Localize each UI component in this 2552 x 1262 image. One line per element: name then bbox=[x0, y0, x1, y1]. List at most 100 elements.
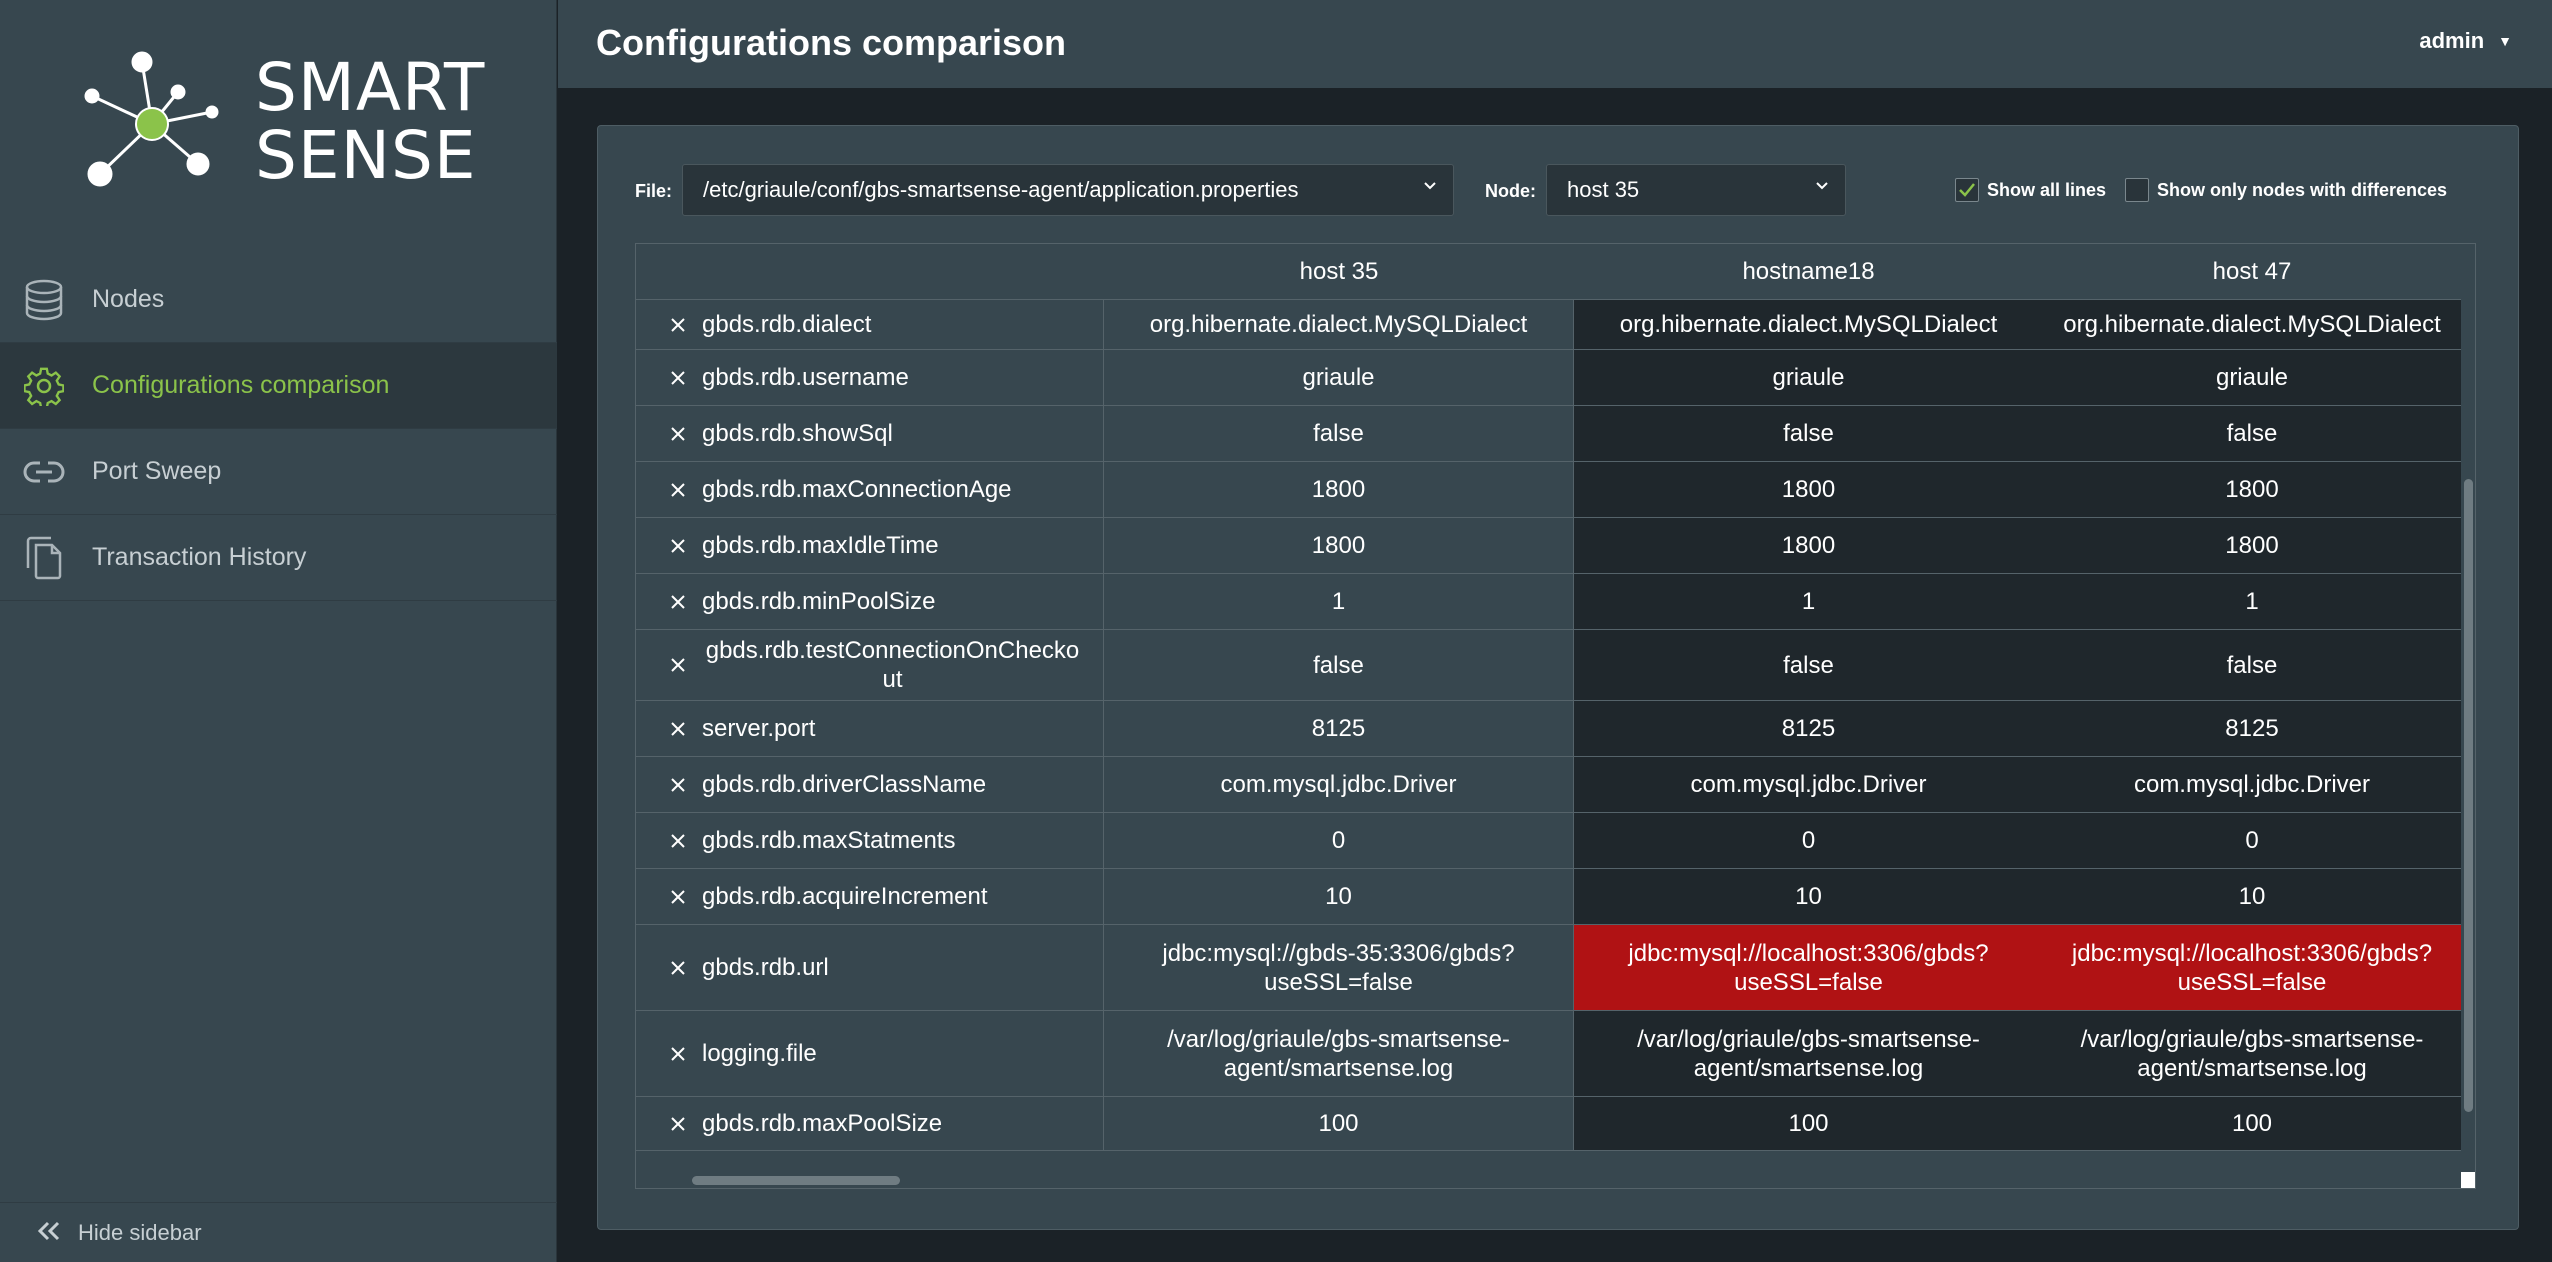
remove-row-button[interactable] bbox=[658, 657, 698, 673]
user-menu[interactable]: admin ▼ bbox=[2419, 28, 2512, 54]
value-cell: jdbc:mysql://localhost:3306/gbds? useSSL=… bbox=[1574, 925, 2043, 1010]
table-row: gbds.rdb.maxPoolSize 100 100 100 bbox=[636, 1097, 2461, 1151]
sidebar-item-label: Transaction History bbox=[92, 543, 307, 571]
property-value: 0 bbox=[2245, 827, 2259, 854]
remove-row-button[interactable] bbox=[658, 538, 698, 554]
property-key: gbds.rdb.username bbox=[702, 364, 909, 391]
gear-icon bbox=[22, 364, 66, 408]
value-cell: griaule bbox=[1574, 350, 2043, 405]
remove-row-button[interactable] bbox=[658, 482, 698, 498]
value-cell: 1800 bbox=[2043, 518, 2461, 573]
close-icon bbox=[671, 317, 685, 332]
property-value: griaule bbox=[1302, 364, 1375, 391]
value-cell: false bbox=[1104, 630, 1574, 700]
property-value: griaule bbox=[1772, 364, 1845, 391]
remove-row-button[interactable] bbox=[658, 426, 698, 442]
caret-down-icon: ▼ bbox=[2498, 33, 2512, 49]
show-only-diff-toggle[interactable]: Show only nodes with differences bbox=[2125, 178, 2447, 202]
property-value: false bbox=[2226, 651, 2278, 679]
property-key: gbds.rdb.maxPoolSize bbox=[702, 1110, 943, 1137]
remove-row-button[interactable] bbox=[658, 721, 698, 737]
property-key: gbds.rdb.showSql bbox=[702, 420, 893, 447]
close-icon bbox=[671, 833, 685, 848]
remove-row-button[interactable] bbox=[658, 317, 698, 333]
value-cell: 8125 bbox=[2043, 701, 2461, 756]
sidebar-item-configurations-comparison[interactable]: Configurations comparison bbox=[0, 343, 557, 429]
close-icon bbox=[671, 960, 685, 975]
value-cell: org.hibernate.dialect.MySQLDialect bbox=[1574, 300, 2043, 349]
hide-sidebar-button[interactable]: Hide sidebar bbox=[0, 1202, 557, 1262]
show-only-diff-label: Show only nodes with differences bbox=[2157, 179, 2448, 200]
property-value: /var/log/griaule/gbs-smartsense-agent/sm… bbox=[1167, 1025, 1510, 1082]
vertical-scrollbar[interactable] bbox=[2461, 244, 2475, 1172]
remove-row-button[interactable] bbox=[658, 833, 698, 849]
property-key: gbds.rdb.testConnectionOnCheckout bbox=[705, 637, 1080, 693]
value-cell: 100 bbox=[1574, 1097, 2043, 1150]
remove-row-button[interactable] bbox=[658, 777, 698, 793]
property-value: /var/log/griaule/gbs-smartsense-agent/sm… bbox=[2080, 1025, 2424, 1082]
show-all-lines-checkbox[interactable] bbox=[1955, 178, 1979, 202]
property-value: com.mysql.jdbc.Driver bbox=[1220, 771, 1457, 798]
sidebar-item-nodes[interactable]: Nodes bbox=[0, 257, 557, 343]
table-row: gbds.rdb.maxIdleTime 1800 1800 1800 bbox=[636, 518, 2461, 574]
remove-row-button[interactable] bbox=[658, 889, 698, 905]
logo-line-2: SENSE bbox=[255, 117, 477, 194]
remove-row-button[interactable] bbox=[658, 1046, 698, 1062]
sidebar-item-transaction-history[interactable]: Transaction History bbox=[0, 515, 557, 601]
show-all-lines-toggle[interactable]: Show all lines bbox=[1955, 178, 2106, 202]
close-icon bbox=[671, 426, 685, 441]
chevron-down-icon bbox=[1424, 182, 1436, 190]
hide-sidebar-label: Hide sidebar bbox=[78, 1219, 202, 1245]
key-cell: gbds.rdb.driverClassName bbox=[636, 757, 1104, 812]
property-value: 1800 bbox=[2225, 476, 2279, 503]
key-cell: gbds.rdb.testConnectionOnCheckout bbox=[636, 630, 1104, 700]
value-cell: /var/log/griaule/gbs-smartsense-agent/sm… bbox=[1104, 1011, 1574, 1096]
key-cell: gbds.rdb.url bbox=[636, 925, 1104, 1010]
table-row: gbds.rdb.maxStatments 0 0 0 bbox=[636, 813, 2461, 869]
property-value: 1 bbox=[1801, 588, 1816, 615]
remove-row-button[interactable] bbox=[658, 960, 698, 976]
file-label: File: bbox=[635, 181, 673, 201]
checkmark-icon bbox=[1959, 183, 1975, 197]
value-cell: 1800 bbox=[2043, 462, 2461, 517]
remove-row-button[interactable] bbox=[658, 1116, 698, 1132]
value-cell: 0 bbox=[1104, 813, 1574, 868]
value-cell: jdbc:mysql://localhost:3306/gbds? useSSL=… bbox=[2043, 925, 2461, 1010]
key-cell: server.port bbox=[636, 701, 1104, 756]
sidebar-item-port-sweep[interactable]: Port Sweep bbox=[0, 429, 557, 515]
key-cell: logging.file bbox=[636, 1011, 1104, 1096]
property-value: 1800 bbox=[1781, 476, 1836, 503]
property-value: false bbox=[1783, 651, 1834, 679]
sidebar-nav: Nodes Configurations comparison Port Swe… bbox=[0, 257, 557, 601]
property-value: com.mysql.jdbc.Driver bbox=[2133, 771, 2371, 798]
show-only-diff-checkbox[interactable] bbox=[2125, 178, 2149, 202]
property-key: gbds.rdb.minPoolSize bbox=[702, 588, 936, 615]
double-chevron-left-icon bbox=[36, 1216, 62, 1250]
table-row: server.port 8125 8125 8125 bbox=[636, 701, 2461, 757]
value-cell: 100 bbox=[2043, 1097, 2461, 1150]
remove-row-button[interactable] bbox=[658, 594, 698, 610]
node-select[interactable]: host 35 bbox=[1546, 164, 1846, 216]
property-value: 10 bbox=[1325, 883, 1352, 910]
remove-row-button[interactable] bbox=[658, 370, 698, 386]
vertical-scroll-thumb[interactable] bbox=[2464, 479, 2473, 1112]
file-select[interactable]: /etc/griaule/conf/gbs-smartsense-agent/a… bbox=[682, 164, 1454, 216]
value-cell: 1 bbox=[2043, 574, 2461, 629]
value-cell: griaule bbox=[2043, 350, 2461, 405]
key-cell: gbds.rdb.maxPoolSize bbox=[636, 1097, 1104, 1150]
value-cell: 8125 bbox=[1574, 701, 2043, 756]
property-key: gbds.rdb.acquireIncrement bbox=[702, 883, 988, 910]
close-icon bbox=[671, 482, 685, 497]
property-key: server.port bbox=[702, 715, 816, 742]
show-all-lines-label: Show all lines bbox=[1987, 179, 2107, 200]
horizontal-scrollbar[interactable] bbox=[636, 1172, 2463, 1188]
file-select-value: /etc/griaule/conf/gbs-smartsense-agent/a… bbox=[703, 177, 1299, 202]
header-node-column: host 35 bbox=[1299, 257, 1379, 285]
property-value: jdbc:mysql://localhost:3306/gbds? useSSL=… bbox=[2071, 939, 2433, 996]
horizontal-scroll-thumb[interactable] bbox=[692, 1176, 900, 1185]
page-title: Configurations comparison bbox=[596, 22, 1067, 63]
close-icon bbox=[671, 370, 685, 385]
value-cell: false bbox=[1104, 406, 1574, 461]
property-key: gbds.rdb.maxConnectionAge bbox=[702, 476, 1012, 503]
value-cell: 1800 bbox=[1574, 518, 2043, 573]
